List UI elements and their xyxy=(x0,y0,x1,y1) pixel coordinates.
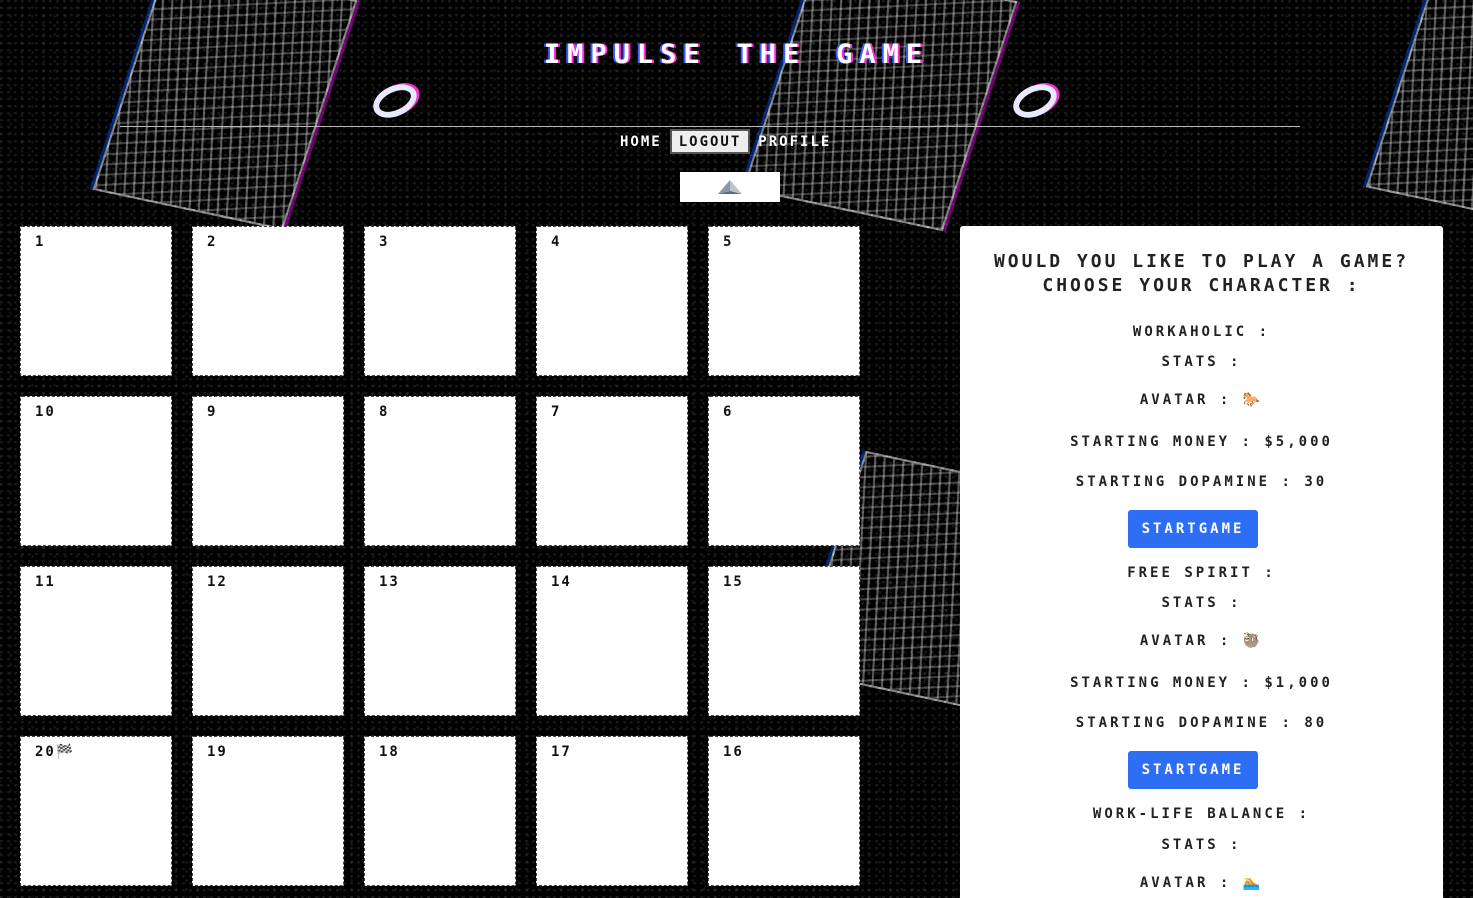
stats-label: STATS : xyxy=(1161,595,1242,611)
board-square: 12 xyxy=(192,566,344,716)
board-square: 17 xyxy=(536,736,688,886)
square-number: 7 xyxy=(551,404,562,420)
sloth-icon: 🦥 xyxy=(1242,633,1264,649)
avatar-row: AVATAR : 🏊 xyxy=(960,875,1443,891)
board-square: 14 xyxy=(536,566,688,716)
avatar-label: AVATAR : xyxy=(1139,392,1232,408)
board-square: 1 xyxy=(20,226,172,376)
character-name-work-life-balance: WORK-LIFE BALANCE : xyxy=(1092,806,1311,822)
stats-label: STATS : xyxy=(1161,354,1242,370)
square-number: 6 xyxy=(723,404,734,420)
pyramid-icon xyxy=(718,180,742,194)
square-number: 19 xyxy=(207,744,228,760)
board-square: 19 xyxy=(192,736,344,886)
board-square: 5 xyxy=(708,226,860,376)
starting-dopamine: STARTING DOPAMINE : 30 xyxy=(1075,474,1328,490)
starting-dopamine: STARTING DOPAMINE : 80 xyxy=(1075,715,1328,731)
page-title: IMPULSE THE GAME xyxy=(543,28,930,72)
square-number: 1 xyxy=(35,234,46,250)
square-number: 2 xyxy=(207,234,218,250)
startgame-button-free-spirit[interactable]: STARTGAME xyxy=(1128,751,1258,789)
character-panel: WOULD YOU LIKE TO PLAY A GAME? CHOOSE YO… xyxy=(960,226,1443,898)
character-name-workaholic: WORKAHOLIC : xyxy=(1132,324,1271,340)
square-number: 14 xyxy=(551,574,572,590)
logout-button[interactable]: LOGOUT xyxy=(669,129,751,154)
stats-label: STATS : xyxy=(1161,837,1242,853)
square-number: 5 xyxy=(723,234,734,250)
panel-question: WOULD YOU LIKE TO PLAY A GAME? xyxy=(993,251,1410,272)
square-number: 16 xyxy=(723,744,744,760)
main-nav: HOME LOGOUT PROFILE xyxy=(620,129,831,154)
board-square: 20🏁 xyxy=(20,736,172,886)
board-square: 4 xyxy=(536,226,688,376)
character-name-free-spirit: FREE SPIRIT : xyxy=(1127,565,1276,581)
board-square: 7 xyxy=(536,396,688,546)
square-number: 8 xyxy=(379,404,390,420)
square-number: 18 xyxy=(379,744,400,760)
board-square: 6 xyxy=(708,396,860,546)
avatar-label: AVATAR : xyxy=(1139,875,1232,891)
square-number: 17 xyxy=(551,744,572,760)
square-number: 11 xyxy=(35,574,56,590)
board-square: 2 xyxy=(192,226,344,376)
board-square: 16 xyxy=(708,736,860,886)
nav-profile-link[interactable]: PROFILE xyxy=(758,134,831,150)
board-square: 13 xyxy=(364,566,516,716)
square-number: 10 xyxy=(35,404,56,420)
starting-money: STARTING MONEY : $1,000 xyxy=(1070,675,1333,691)
horse-icon: 🐎 xyxy=(1242,392,1264,408)
avatar-row: AVATAR : 🐎 xyxy=(960,392,1443,408)
square-number: 12 xyxy=(207,574,228,590)
board-square: 10 xyxy=(20,396,172,546)
avatar-label: AVATAR : xyxy=(1139,633,1232,649)
square-number: 3 xyxy=(379,234,390,250)
startgame-button-workaholic[interactable]: STARTGAME xyxy=(1128,510,1258,548)
square-number: 9 xyxy=(207,404,218,420)
board-square: 18 xyxy=(364,736,516,886)
swimmer-icon: 🏊 xyxy=(1242,875,1264,891)
board-square: 3 xyxy=(364,226,516,376)
board-square: 11 xyxy=(20,566,172,716)
square-number: 13 xyxy=(379,574,400,590)
panel-subtitle: CHOOSE YOUR CHARACTER : xyxy=(1042,275,1361,296)
board-square: 15 xyxy=(708,566,860,716)
starting-money: STARTING MONEY : $5,000 xyxy=(1070,434,1333,450)
board-square: 8 xyxy=(364,396,516,546)
avatar-row: AVATAR : 🦥 xyxy=(960,633,1443,649)
nav-home-link[interactable]: HOME xyxy=(620,134,662,150)
header-divider xyxy=(120,126,1300,127)
square-number: 4 xyxy=(551,234,562,250)
square-number: 20🏁 xyxy=(35,744,76,760)
board-square: 9 xyxy=(192,396,344,546)
pyramid-banner xyxy=(680,172,780,202)
square-number: 15 xyxy=(723,574,744,590)
